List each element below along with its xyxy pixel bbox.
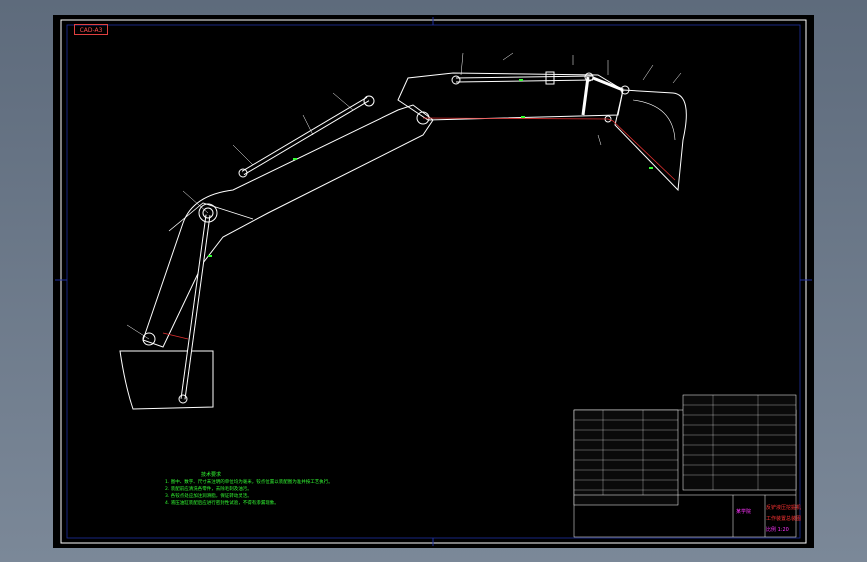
note-item: 2. 装配前应清洗各零件，去除毛刺及油污。 xyxy=(165,487,252,492)
green-markers xyxy=(208,79,653,257)
drawing-canvas xyxy=(55,17,812,546)
bucket xyxy=(614,89,687,192)
drawing-title: 反铲液压挖掘机 xyxy=(766,505,802,511)
drawing-subtitle: 工作装置总装图 xyxy=(766,516,802,522)
note-item: 3. 各铰点处应加注润滑脂，保证转动灵活。 xyxy=(165,494,252,499)
note-item: 4. 液压油缸装配后应进行密封性试验，不得有渗漏现象。 xyxy=(165,501,279,506)
technical-notes: 技术要求 1. 图中、数字、尺寸未注明的单位均为毫米，铰点位置以装配图为准并按工… xyxy=(165,472,333,507)
link-rod-1 xyxy=(581,76,590,116)
main-boom xyxy=(142,104,434,348)
notes-title: 技术要求 xyxy=(201,472,222,478)
link-rod-2 xyxy=(592,76,624,92)
boom-cylinder-inner xyxy=(181,214,210,400)
sheet-info: 比例 1:20 xyxy=(766,527,789,533)
note-item: 1. 图中、数字、尺寸未注明的单位均为毫米，铰点位置以装配图为准并按工艺执行。 xyxy=(165,480,333,485)
drawing-sheet: CAD-A3 技术要求 1. 图中、数字、尺寸未注明的单位均为毫米，铰点位置以装… xyxy=(53,15,814,548)
turntable-outline xyxy=(119,350,214,410)
reference-line-red xyxy=(422,117,676,181)
school-name: 某学院 xyxy=(736,509,752,515)
title-block xyxy=(573,394,797,538)
drawing-stamp: CAD-A3 xyxy=(74,24,108,35)
